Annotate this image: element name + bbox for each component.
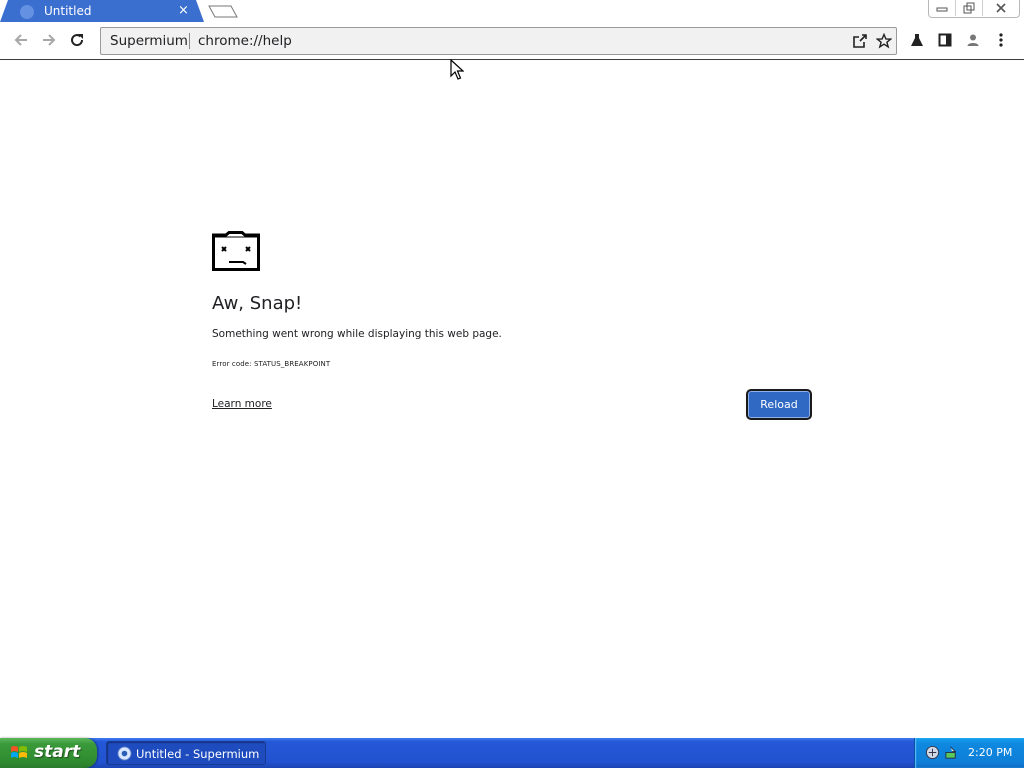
profile-icon[interactable] [964, 31, 982, 49]
learn-more-link[interactable]: Learn more [212, 398, 272, 410]
address-bar[interactable]: Supermium chrome://help [100, 27, 897, 55]
tab-title: Untitled [44, 4, 92, 18]
side-panel-icon[interactable] [936, 31, 954, 49]
start-label: start [34, 742, 81, 762]
restore-icon[interactable] [955, 0, 982, 16]
new-tab-button[interactable] [208, 5, 238, 18]
network-tray-icon[interactable] [925, 745, 940, 760]
omnibox-divider [189, 33, 190, 49]
tab-favicon [20, 5, 34, 19]
error-code: Error code: STATUS_BREAKPOINT [212, 360, 331, 368]
sad-tab-icon [212, 231, 260, 271]
page-content: Aw, Snap! Something went wrong while dis… [0, 60, 1024, 738]
taskbar: start Untitled - Supermium 2:20 PM [0, 738, 1024, 768]
url-text[interactable]: chrome://help [198, 33, 292, 49]
close-icon[interactable] [982, 0, 1019, 16]
mouse-cursor-icon [450, 59, 464, 80]
minimize-icon[interactable] [929, 0, 955, 16]
forward-arrow-icon[interactable] [38, 29, 60, 51]
tab-close-button[interactable]: × [178, 3, 189, 18]
clock: 2:20 PM [968, 746, 1013, 759]
system-tray: 2:20 PM [914, 738, 1024, 768]
taskbar-item-supermium[interactable]: Untitled - Supermium [106, 741, 266, 765]
supermium-app-icon [117, 746, 132, 761]
error-message: Something went wrong while displaying th… [212, 328, 502, 340]
tab-strip: Untitled × [0, 0, 1024, 22]
back-arrow-icon[interactable] [10, 29, 32, 51]
browser-toolbar: Supermium chrome://help [0, 22, 1024, 60]
star-icon[interactable] [875, 32, 893, 50]
menu-kebab-icon[interactable] [992, 31, 1010, 49]
safely-remove-tray-icon[interactable] [944, 745, 959, 760]
error-heading: Aw, Snap! [212, 293, 303, 314]
reload-button[interactable]: Reload [746, 389, 812, 420]
labs-flask-icon[interactable] [908, 31, 926, 49]
taskbar-item-label: Untitled - Supermium [136, 747, 260, 761]
share-icon[interactable] [851, 32, 869, 50]
reload-icon[interactable] [66, 29, 88, 51]
window-controls [928, 0, 1020, 18]
omnibox-chip: Supermium [110, 33, 188, 49]
start-button[interactable]: start [0, 738, 97, 768]
tab-untitled[interactable]: Untitled × [0, 0, 204, 22]
windows-flag-icon [11, 746, 27, 758]
